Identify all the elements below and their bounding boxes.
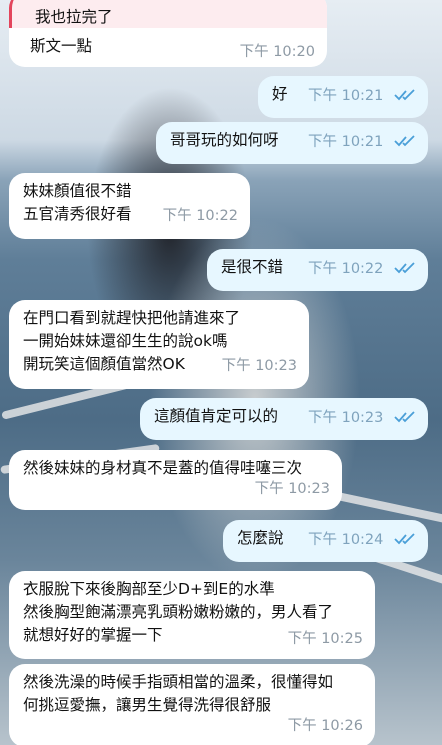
message-text-line: 然後胸型飽滿漂亮乳頭粉嫩粉嫩的，男人看了 <box>23 603 334 621</box>
reply-quote-text: 我也拉完了 <box>35 8 113 26</box>
message-text-line: 一開始妹妹還卻生生的說ok嗎 <box>23 332 228 350</box>
double-check-icon <box>394 135 415 147</box>
message-text-line: 然後洗澡的時候手指頭相當的溫柔，很懂得如 <box>23 673 334 691</box>
message-bubble-incoming[interactable]: 我也拉完了 斯文一點 下午 10:20 <box>9 0 327 67</box>
message-bubble-outgoing[interactable]: 是很不錯 下午 10:22 <box>207 249 428 291</box>
message-time: 下午 10:25 <box>287 631 363 647</box>
message-bubble-outgoing[interactable]: 好 下午 10:21 <box>258 76 428 118</box>
message-bubble-outgoing[interactable]: 這顏值肯定可以的 下午 10:23 <box>140 398 428 440</box>
message-text-line: 然後妹妹的身材真不是蓋的值得哇噻三次 <box>23 459 303 477</box>
message-bubble-incoming[interactable]: 然後洗澡的時候手指頭相當的溫柔，很懂得如 何挑逗愛撫，讓男生覺得洗得很舒服 下午… <box>9 664 375 745</box>
message-time: 下午 10:23 <box>254 481 330 497</box>
message-text: 是很不錯 <box>221 258 284 276</box>
double-check-icon <box>394 262 415 274</box>
message-time: 下午 10:23 <box>221 358 297 374</box>
message-text-line: 何挑逗愛撫，讓男生覺得洗得很舒服 <box>23 696 272 714</box>
message-text-line: 衣服脫下來後胸部至少D+到E的水準 <box>23 580 275 598</box>
message-text-line: 五官清秀很好看 <box>23 205 132 223</box>
message-bubble-incoming[interactable]: 妹妹顏值很不錯 五官清秀很好看 下午 10:22 <box>9 173 250 239</box>
chat-background: 我也拉完了 斯文一點 下午 10:20 好 下午 10:21 哥哥玩的如何呀 下… <box>0 0 442 745</box>
message-text-line: 在門口看到就趕快把他請進來了 <box>23 309 241 327</box>
message-text: 好 <box>272 85 288 103</box>
message-text: 怎麼說 <box>237 529 284 547</box>
message-text: 哥哥玩的如何呀 <box>170 131 279 149</box>
message-time: 下午 10:21 <box>307 88 384 104</box>
message-time: 下午 10:24 <box>307 532 384 548</box>
message-text: 這顏值肯定可以的 <box>154 407 279 425</box>
message-time: 下午 10:26 <box>287 718 363 734</box>
message-meta: 下午 10:23 <box>308 407 416 430</box>
message-time: 下午 10:23 <box>307 410 384 426</box>
message-bubble-outgoing[interactable]: 哥哥玩的如何呀 下午 10:21 <box>156 122 428 164</box>
message-text-line: 就想好好的掌握一下 <box>23 626 163 644</box>
message-bubble-incoming[interactable]: 在門口看到就趕快把他請進來了 一開始妹妹還卻生生的說ok嗎 開玩笑這個顏值當然O… <box>9 300 309 389</box>
message-time: 下午 10:20 <box>239 44 315 60</box>
message-bubble-incoming[interactable]: 然後妹妹的身材真不是蓋的值得哇噻三次 下午 10:23 <box>9 450 342 510</box>
message-bubble-outgoing[interactable]: 怎麼說 下午 10:24 <box>223 520 428 562</box>
message-time: 下午 10:22 <box>307 261 384 277</box>
message-text-line: 妹妹顏值很不錯 <box>23 182 132 200</box>
message-time: 下午 10:21 <box>307 134 384 150</box>
message-meta: 下午 10:22 <box>308 258 416 281</box>
double-check-icon <box>394 89 415 101</box>
message-time: 下午 10:22 <box>162 208 238 224</box>
message-text-line: 開玩笑這個顏值當然OK <box>23 355 185 373</box>
message-bubble-incoming[interactable]: 衣服脫下來後胸部至少D+到E的水準 然後胸型飽滿漂亮乳頭粉嫩粉嫩的，男人看了 就… <box>9 571 375 659</box>
message-meta: 下午 10:21 <box>308 85 416 108</box>
message-meta: 下午 10:21 <box>308 131 416 154</box>
message-text: 斯文一點 <box>30 37 93 55</box>
double-check-icon <box>394 411 415 423</box>
double-check-icon <box>394 533 415 545</box>
message-meta: 下午 10:24 <box>308 529 416 552</box>
